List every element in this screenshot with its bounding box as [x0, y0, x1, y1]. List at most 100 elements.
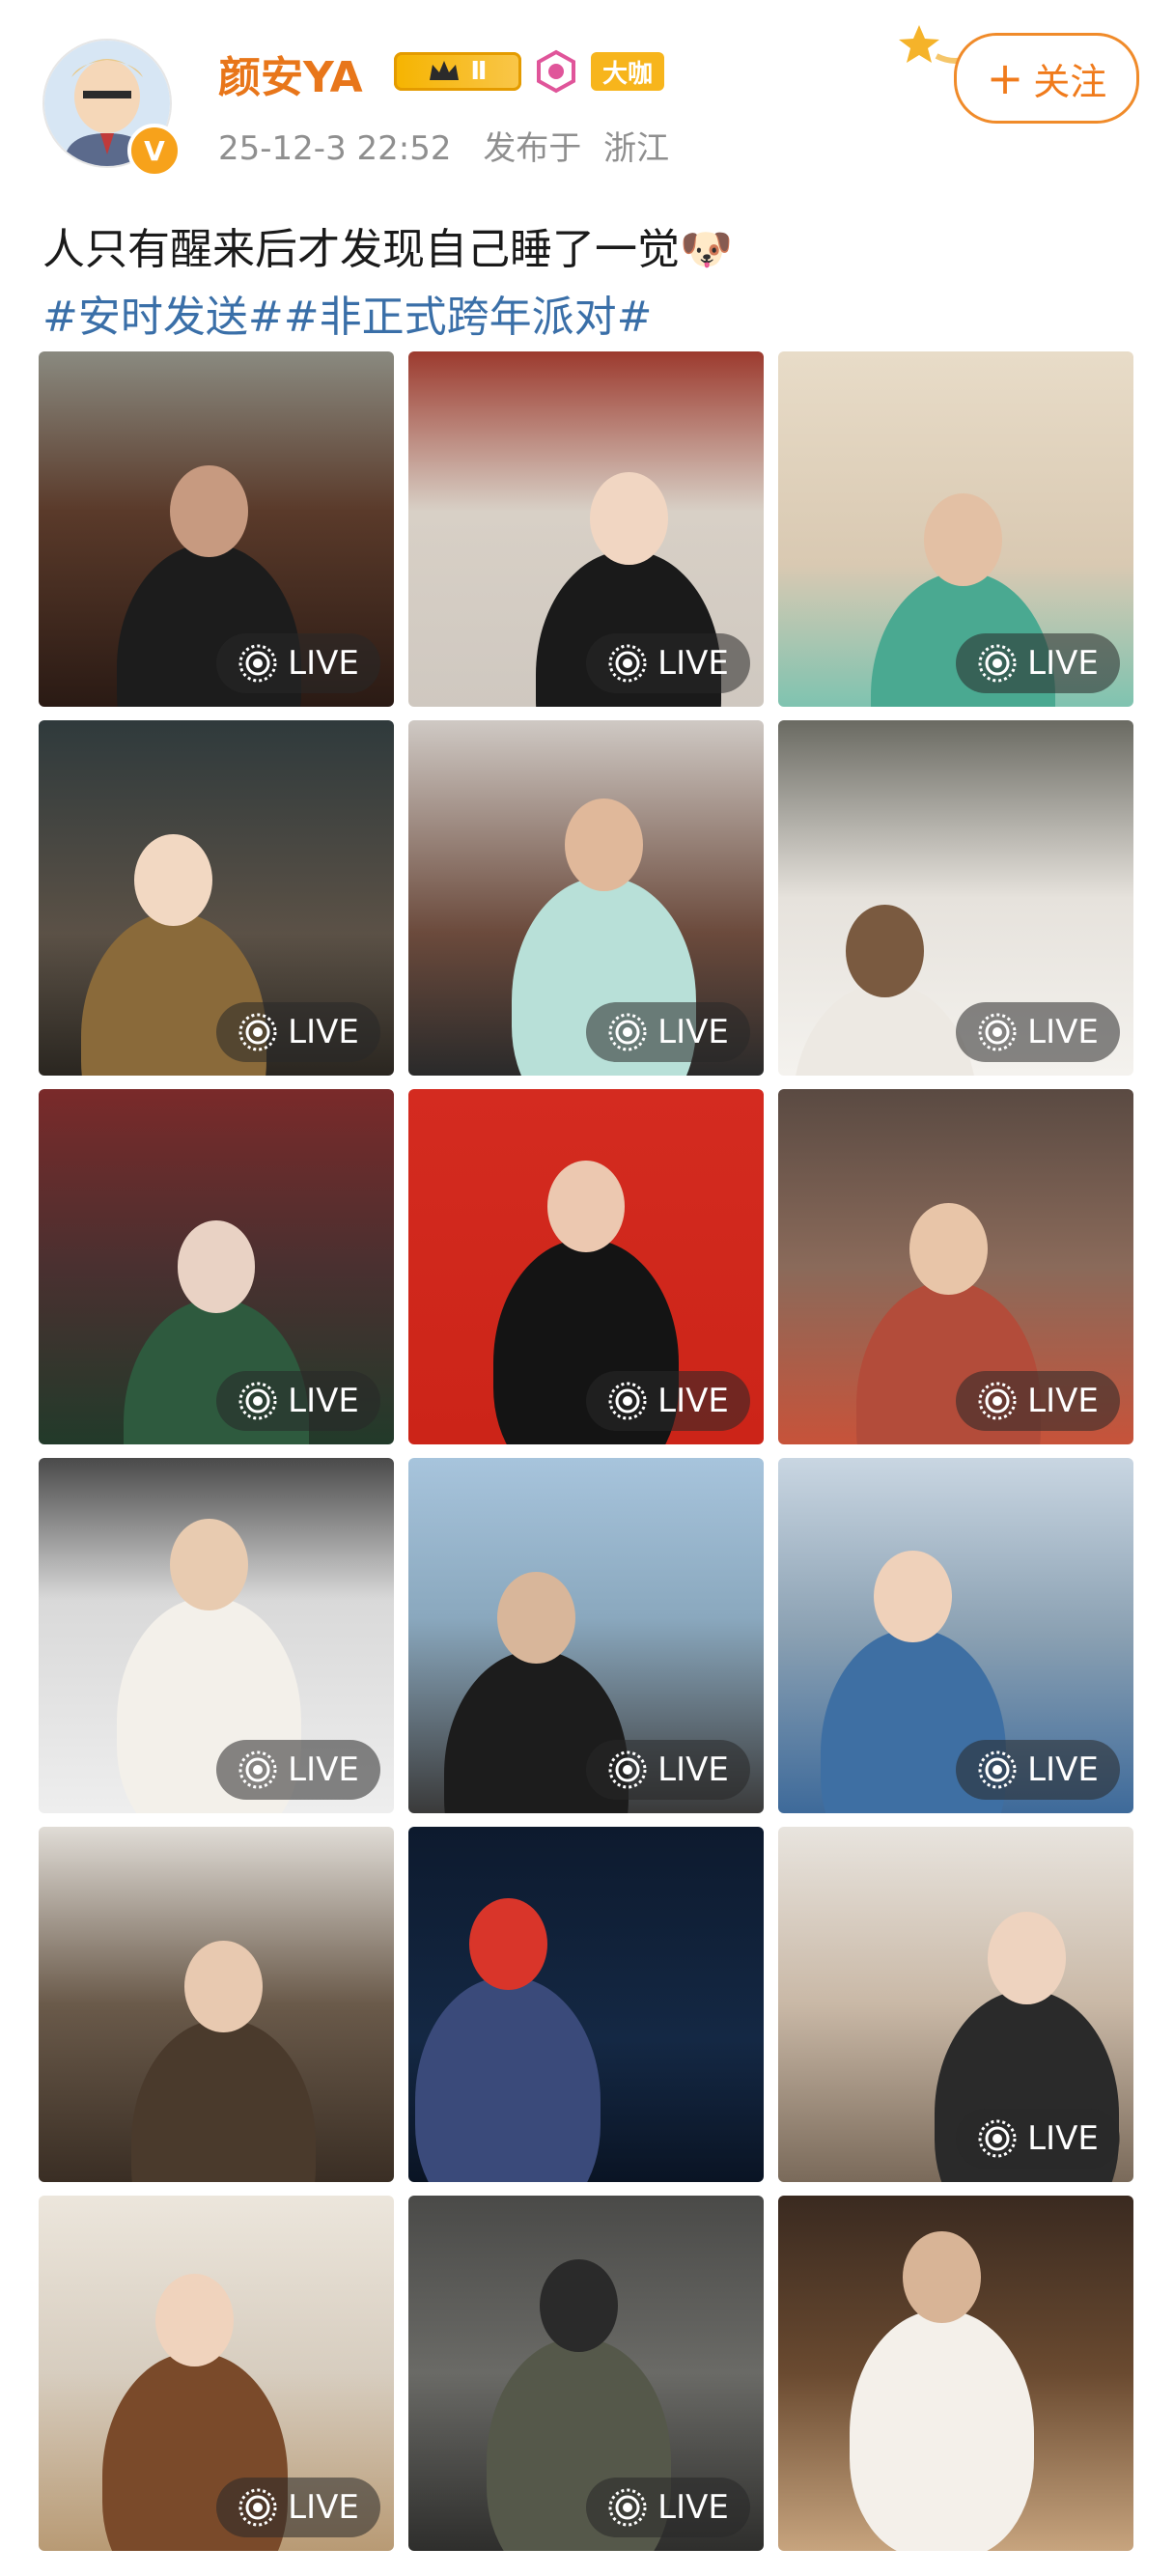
- follow-button-label: 关注: [1033, 60, 1107, 103]
- photo-subject-head: [589, 472, 668, 565]
- level-badge-label: Ⅱ: [470, 57, 488, 86]
- photo-subject-head: [540, 2259, 619, 2352]
- photo-subject-head: [468, 1897, 547, 1991]
- live-photo-badge: LIVE: [956, 1740, 1120, 1800]
- verified-badge-icon: V: [127, 124, 182, 178]
- level-badge: Ⅱ: [394, 52, 521, 91]
- live-label: LIVE: [1027, 1382, 1099, 1420]
- live-photo-badge: LIVE: [586, 2478, 750, 2537]
- live-photo-icon: [238, 1750, 277, 1789]
- post-meta: 25-12-3 22:52 发布于 浙江: [218, 122, 669, 169]
- live-photo-icon: [238, 2488, 277, 2527]
- live-label: LIVE: [288, 1382, 359, 1420]
- photo-subject-head: [170, 464, 249, 558]
- live-photo-badge: LIVE: [956, 1002, 1120, 1062]
- post-location: 浙江: [603, 129, 670, 168]
- live-label: LIVE: [657, 1750, 729, 1789]
- live-label: LIVE: [657, 644, 729, 683]
- photo-subject-head: [845, 905, 924, 998]
- photo-tile[interactable]: LIVE: [408, 1089, 764, 1444]
- live-photo-icon: [238, 644, 277, 683]
- plus-icon: +: [986, 52, 1024, 104]
- photo-tile[interactable]: LIVE: [778, 351, 1133, 707]
- photo-tile[interactable]: LIVE: [408, 351, 764, 707]
- photo-tile[interactable]: LIVE: [778, 1458, 1133, 1813]
- post-body: 人只有醒来后才发现自己睡了一觉: [42, 225, 680, 274]
- live-photo-badge: LIVE: [586, 633, 750, 693]
- photo-tile[interactable]: LIVE: [39, 1089, 394, 1444]
- live-label: LIVE: [1027, 644, 1099, 683]
- photo-subject-head: [134, 833, 213, 927]
- photo-subject-head: [546, 1160, 626, 1253]
- photo-tile[interactable]: LIVE: [39, 351, 394, 707]
- photo-subject-head: [902, 2230, 981, 2324]
- photo-subject-head: [923, 493, 1002, 586]
- photo-subject: [415, 1975, 601, 2182]
- crown-icon: [430, 61, 460, 80]
- live-photo-icon: [608, 1382, 647, 1420]
- post-hashtags[interactable]: #安时发送##非正式跨年派对#: [42, 282, 652, 344]
- photo-tile[interactable]: LIVE: [778, 720, 1133, 1076]
- photo-tile[interactable]: LIVE: [408, 2196, 764, 2551]
- photo-subject-head: [177, 1220, 256, 1313]
- photo-tile[interactable]: LIVE: [39, 720, 394, 1076]
- photo-tile[interactable]: LIVE: [408, 1458, 764, 1813]
- photo-tile[interactable]: [778, 2196, 1133, 2551]
- live-label: LIVE: [657, 1013, 729, 1051]
- live-photo-icon: [978, 2119, 1017, 2158]
- live-photo-badge: LIVE: [956, 1371, 1120, 1431]
- photo-subject-head: [564, 798, 643, 891]
- live-photo-icon: [608, 2488, 647, 2527]
- follow-button[interactable]: + 关注: [954, 33, 1139, 124]
- live-label: LIVE: [288, 1013, 359, 1051]
- photo-tile[interactable]: LIVE: [778, 1827, 1133, 2182]
- live-label: LIVE: [1027, 1013, 1099, 1051]
- author-badges: Ⅱ 大咖: [394, 48, 665, 95]
- location-prefix: 发布于: [483, 129, 582, 168]
- photo-tile[interactable]: LIVE: [408, 720, 764, 1076]
- live-photo-badge: LIVE: [216, 633, 380, 693]
- photo-tile[interactable]: [408, 1827, 764, 2182]
- live-label: LIVE: [288, 2488, 359, 2527]
- live-photo-icon: [978, 644, 1017, 683]
- photo-tile[interactable]: LIVE: [778, 1089, 1133, 1444]
- photo-subject-head: [170, 1518, 249, 1611]
- photo-tile[interactable]: [39, 1827, 394, 2182]
- live-photo-icon: [978, 1013, 1017, 1051]
- live-photo-badge: LIVE: [956, 2109, 1120, 2169]
- live-label: LIVE: [288, 644, 359, 683]
- photo-subject-head: [497, 1571, 575, 1665]
- live-label: LIVE: [288, 1750, 359, 1789]
- dog-emoji-icon: 🐶: [680, 225, 733, 274]
- photo-subject-head: [155, 2273, 235, 2366]
- live-label: LIVE: [657, 1382, 729, 1420]
- live-photo-badge: LIVE: [216, 1002, 380, 1062]
- live-label: LIVE: [1027, 1750, 1099, 1789]
- photo-subject: [849, 2309, 1034, 2551]
- photo-grid: LIVE LIVE LIVE LIVE LIVE LIVE LIVE LIVE LIVE LIVE…: [39, 351, 1133, 2551]
- live-photo-badge: LIVE: [586, 1740, 750, 1800]
- live-photo-badge: LIVE: [586, 1371, 750, 1431]
- photo-tile[interactable]: LIVE: [39, 1458, 394, 1813]
- live-photo-badge: LIVE: [216, 1740, 380, 1800]
- live-photo-icon: [608, 1013, 647, 1051]
- live-photo-icon: [608, 1750, 647, 1789]
- live-photo-icon: [978, 1750, 1017, 1789]
- vip-badge: 大咖: [591, 52, 665, 91]
- live-photo-badge: LIVE: [216, 2478, 380, 2537]
- post-text: 人只有醒来后才发现自己睡了一觉🐶: [42, 214, 733, 276]
- live-photo-badge: LIVE: [956, 633, 1120, 693]
- member-badge-icon: [533, 48, 579, 95]
- live-label: LIVE: [1027, 2119, 1099, 2158]
- post-timestamp: 25-12-3 22:52: [218, 129, 452, 168]
- live-photo-badge: LIVE: [216, 1371, 380, 1431]
- live-photo-icon: [978, 1382, 1017, 1420]
- photo-subject-head: [874, 1550, 953, 1643]
- live-photo-icon: [238, 1382, 277, 1420]
- photo-subject-head: [909, 1202, 989, 1296]
- photo-subject-head: [183, 1940, 263, 2033]
- photo-tile[interactable]: LIVE: [39, 2196, 394, 2551]
- photo-subject: [130, 2018, 317, 2182]
- live-photo-icon: [238, 1013, 277, 1051]
- author-name[interactable]: 颜安YA: [218, 42, 363, 104]
